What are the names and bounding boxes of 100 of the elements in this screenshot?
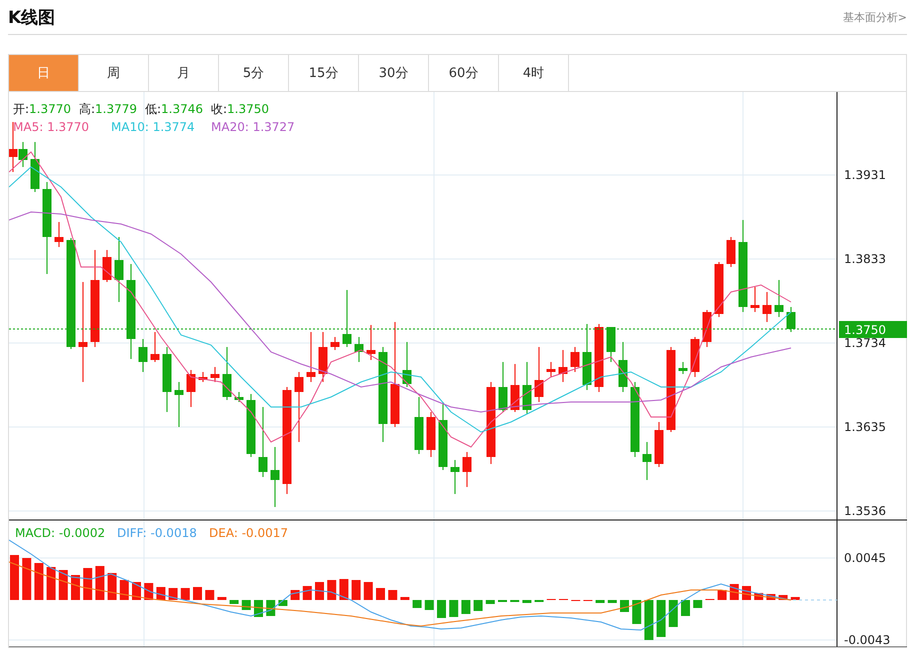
macd-bar [522, 600, 532, 603]
candlestick [198, 372, 208, 382]
candlestick [582, 324, 592, 390]
macd-bar [168, 588, 178, 600]
candlestick [426, 412, 436, 458]
macd-bar [424, 600, 434, 610]
candlestick [318, 332, 328, 382]
candlestick [642, 442, 652, 480]
candlestick [594, 324, 604, 392]
macd-bar [302, 586, 312, 600]
candlestick [450, 460, 460, 494]
ma-legend: MA5: 1.3770 [13, 120, 90, 134]
macd-bar [449, 600, 458, 617]
candlestick [186, 370, 196, 408]
macd-bar [95, 566, 104, 600]
candlestick [234, 392, 244, 402]
macd-bar [400, 597, 410, 600]
candlestick [570, 346, 580, 372]
macd-bar [83, 568, 92, 600]
macd-bar [474, 600, 483, 611]
macd-bar [412, 600, 422, 608]
macd-bar [668, 600, 678, 627]
macd-bar [608, 600, 617, 603]
macd-legend: DIFF: -0.0018 [117, 526, 197, 540]
candlestick [678, 362, 688, 374]
candlestick [150, 332, 160, 362]
candlestick [774, 280, 784, 318]
macd-legend: DEA: -0.0017 [209, 526, 288, 540]
candlestick [726, 236, 736, 268]
candlestick [270, 446, 280, 508]
candlestick [222, 346, 232, 400]
candlestick [54, 222, 64, 248]
candlestick [462, 452, 472, 488]
macd-bar [693, 600, 702, 608]
macd-bar [644, 600, 654, 640]
ohlc-reading: 低:1.3746 [145, 102, 204, 116]
ohlc-reading: 收:1.3750 [211, 102, 270, 116]
candlestick [558, 350, 568, 382]
ohlc-reading: 开:1.3770 [13, 102, 72, 116]
macd-bar [778, 595, 788, 600]
candlestick [606, 326, 616, 362]
macd-bar [120, 580, 129, 600]
candlestick [114, 236, 124, 302]
macd-bar [108, 573, 117, 600]
candlestick [138, 338, 148, 372]
candlestick [654, 422, 664, 468]
macd-bar [681, 600, 690, 616]
price-axis-label: 1.3635 [844, 420, 886, 434]
candlestick [174, 382, 184, 428]
macd-bar [315, 582, 324, 600]
current-price-badge: 1.3750 [839, 321, 907, 338]
candlestick [762, 292, 772, 322]
macd-bar [364, 582, 373, 600]
macd-bar [339, 579, 348, 600]
macd-bar [46, 567, 56, 600]
macd-bar [461, 600, 470, 614]
candlestick [102, 250, 112, 282]
macd-bar [718, 590, 727, 600]
macd-bar [193, 587, 202, 600]
macd-bar [656, 600, 666, 637]
candlestick [522, 362, 532, 414]
price-axis-label: 1.3536 [844, 504, 886, 518]
macd-bar [22, 558, 32, 600]
candlestick [402, 342, 412, 388]
candlestick [366, 324, 376, 360]
macd-bar [58, 570, 68, 600]
candlestick [330, 336, 340, 350]
candlestick [294, 372, 304, 442]
candlestick [414, 396, 424, 454]
fundamental-analysis-link[interactable]: 基本面分析> [842, 10, 907, 24]
macd-bar [242, 600, 251, 610]
macd-bar [230, 600, 239, 604]
price-axis-label: 1.3931 [844, 168, 886, 182]
macd-bar [156, 587, 166, 600]
candlestick [786, 306, 796, 332]
macd-legend: MACD: -0.0002 [15, 526, 106, 540]
macd-bar [486, 600, 495, 604]
ohlc-reading: 高:1.3779 [79, 102, 138, 116]
macd-bar [71, 575, 80, 600]
candlestick [354, 336, 364, 362]
candlestick [30, 142, 40, 192]
candlestick [690, 336, 700, 378]
ma-legend: MA10: 1.3774 [111, 120, 195, 134]
candlestick [714, 262, 724, 318]
macd-bar [437, 600, 446, 618]
macd-bar [217, 597, 226, 600]
candlestick [618, 342, 628, 392]
macd-bar [290, 590, 300, 600]
candlestick [534, 346, 544, 402]
macd-bar [180, 588, 190, 600]
price-axis-label: 1.3734 [844, 336, 886, 350]
candlestick [546, 362, 556, 378]
price-axis-label: 1.3833 [844, 252, 886, 266]
candlestick [438, 402, 448, 470]
candlestick [258, 406, 268, 478]
macd-axis-label: 0.0045 [844, 551, 886, 565]
ma-legend: MA20: 1.3727 [211, 120, 295, 134]
candlestick [246, 394, 256, 458]
macd-bar [34, 563, 44, 600]
macd-bar [352, 580, 361, 600]
